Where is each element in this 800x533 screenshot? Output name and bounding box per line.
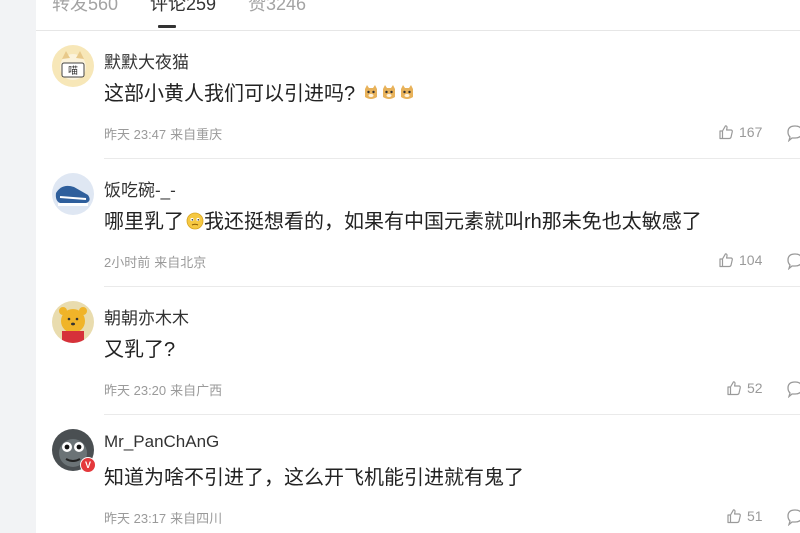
like-button[interactable]: 51	[726, 508, 763, 524]
like-button[interactable]: 167	[718, 124, 762, 140]
tab-likes[interactable]: 赞3246	[248, 0, 306, 16]
reply-icon[interactable]	[786, 380, 800, 398]
doge-emoji-icon	[381, 82, 397, 110]
shoe-avatar-image	[52, 173, 94, 215]
comment-item: V Mr_PanChAnG 知道为啥不引进了，这么开飞机能引进就有鬼了 昨天 2…	[36, 415, 800, 533]
like-count: 52	[747, 380, 763, 396]
bear-avatar-image	[52, 301, 94, 343]
comment-text: 又乳了?	[104, 336, 175, 364]
like-button[interactable]: 104	[718, 252, 762, 268]
comment-time: 2小时前	[104, 255, 151, 270]
doge-emoji-icon	[363, 82, 379, 110]
thumbs-up-icon	[727, 381, 741, 396]
thumbs-up-icon	[719, 253, 733, 268]
thumbs-up-icon	[727, 509, 741, 524]
comment-body: 这部小黄人我们可以引进吗?	[104, 83, 356, 105]
doge-emoji-icon	[399, 82, 415, 110]
tab-comments[interactable]: 评论259	[150, 0, 216, 16]
like-count: 167	[739, 124, 763, 140]
comment-text: 这部小黄人我们可以引进吗?	[104, 80, 415, 110]
comment-item: 朝朝亦木木 又乳了? 昨天 23:20 来自广西 52	[36, 287, 800, 415]
like-button[interactable]: 52	[726, 380, 763, 396]
comment-body: 知道为啥不引进了，这么开飞机能引进就有鬼了	[104, 467, 524, 489]
comment-location: 来自重庆	[170, 127, 223, 142]
username[interactable]: 默默大夜猫	[104, 48, 189, 73]
avatar[interactable]	[52, 301, 94, 343]
avatar[interactable]	[52, 173, 94, 215]
comment-text: 知道为啥不引进了，这么开飞机能引进就有鬼了	[104, 464, 524, 492]
comment-body-end: 我还挺想看的，如果有中国元素就叫rh那未免也太敏感了	[204, 211, 702, 233]
comment-time: 昨天 23:17	[104, 511, 167, 526]
comment-time: 昨天 23:20	[104, 383, 167, 398]
comment-time: 昨天 23:47	[104, 127, 167, 142]
comment-meta: 昨天 23:17 来自四川	[104, 508, 222, 527]
svg-text:喵: 喵	[68, 65, 78, 77]
comment-item: 喵 默默大夜猫 这部小黄人我们可以引进吗? 昨天 23:47 来自重庆 167	[36, 31, 800, 159]
cat-avatar-image: 喵	[52, 45, 94, 87]
comment-text: 哪里乳了 我还挺想看的，如果有中国元素就叫rh那未免也太敏感了	[104, 208, 702, 238]
username[interactable]: Mr_PanChAnG	[104, 432, 219, 452]
reply-icon[interactable]	[786, 124, 800, 142]
thumbs-up-icon	[719, 125, 733, 140]
tab-bar: 转发560 评论259 赞3246	[36, 0, 800, 31]
tab-reposts[interactable]: 转发560	[52, 0, 118, 16]
comment-body: 又乳了?	[104, 339, 176, 361]
comment-location: 来自北京	[154, 255, 207, 270]
comment-item: 饭吃碗-_- 哪里乳了 我还挺想看的，如果有中国元素就叫rh那未免也太敏感了 2小…	[36, 159, 800, 287]
confused-emoji-icon	[186, 210, 204, 238]
comment-meta: 昨天 23:47 来自重庆	[104, 124, 222, 143]
reply-icon[interactable]	[786, 252, 800, 270]
comment-location: 来自广西	[170, 383, 223, 398]
active-tab-indicator	[158, 25, 176, 28]
comment-meta: 2小时前 来自北京	[104, 252, 206, 271]
avatar[interactable]: 喵	[52, 45, 94, 87]
like-count: 51	[747, 508, 763, 524]
reply-icon[interactable]	[786, 508, 800, 526]
comments-panel: 转发560 评论259 赞3246 喵 默默大夜猫 这部小黄人我们可以引进吗?	[36, 0, 800, 533]
comment-meta: 昨天 23:20 来自广西	[104, 380, 222, 399]
username[interactable]: 朝朝亦木木	[104, 304, 189, 329]
like-count: 104	[739, 252, 763, 268]
comment-body-start: 哪里乳了	[104, 211, 184, 233]
comment-location: 来自四川	[170, 511, 223, 526]
username[interactable]: 饭吃碗-_-	[104, 176, 176, 201]
verified-badge-icon: V	[80, 457, 96, 473]
